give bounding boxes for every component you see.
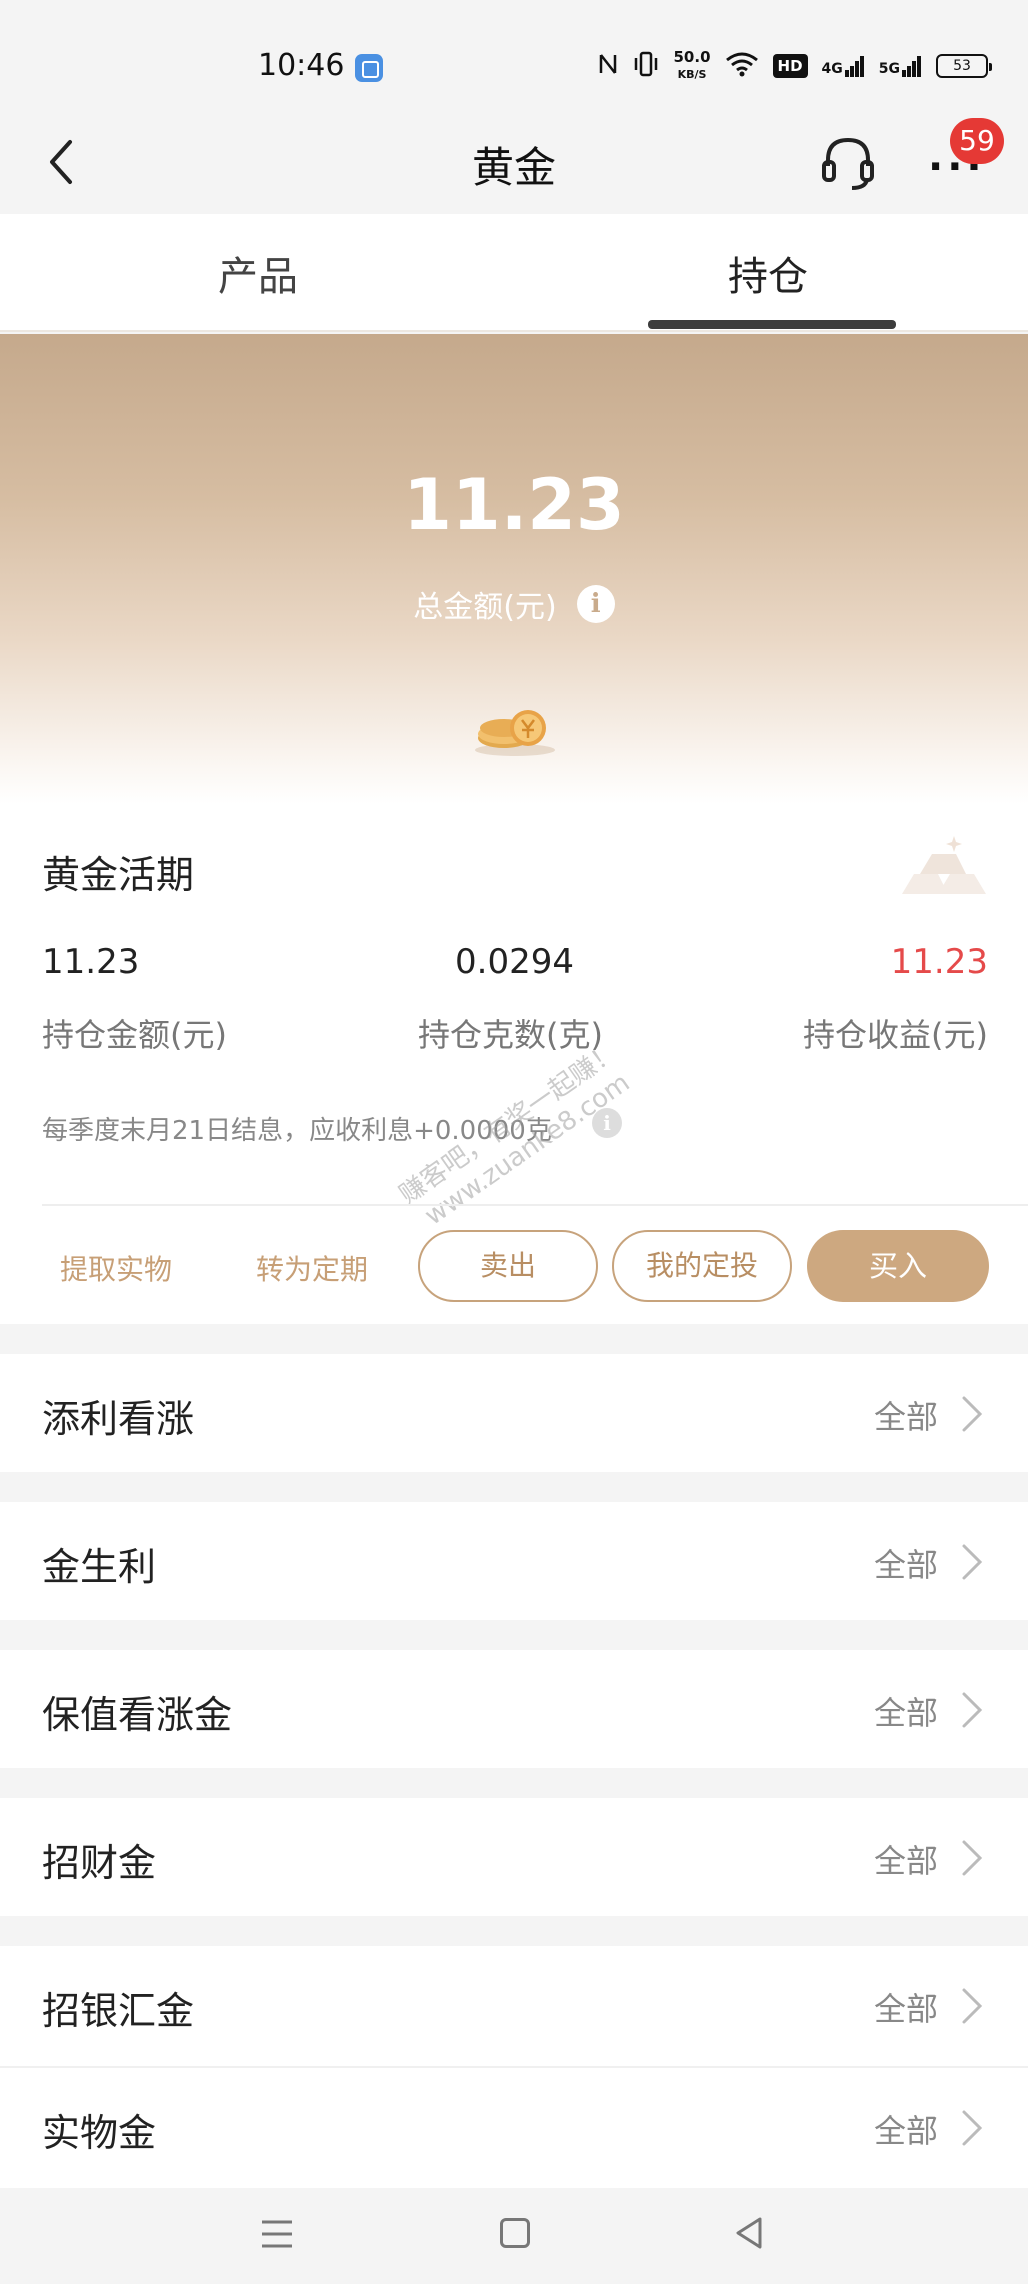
app-notification-icon — [355, 54, 383, 82]
chevron-right-icon — [962, 1396, 983, 1432]
vibrate-icon — [632, 51, 660, 82]
gold-bars-icon — [902, 836, 986, 894]
customer-service-button[interactable] — [820, 132, 876, 192]
speed-value: 50.0 — [673, 48, 711, 66]
action-buttons: 提取实物 转为定期 卖出 我的定投 买入 — [0, 1230, 1028, 1304]
product-row-shiwu[interactable]: 实物金 全部 — [0, 2066, 1028, 2188]
product-name: 添利看涨 — [42, 1397, 195, 1441]
holding-profit-value: 11.23 — [890, 942, 988, 982]
chevron-right-icon — [962, 1692, 983, 1728]
holding-amount-label: 持仓金额(元) — [42, 1016, 227, 1054]
wifi-icon — [725, 51, 759, 82]
tab-holding[interactable]: 持仓 — [728, 244, 808, 302]
product-row-zhaocai[interactable]: 招财金 全部 — [0, 1798, 1028, 1916]
info-icon[interactable]: i — [576, 585, 615, 623]
product-row-jinshengli[interactable]: 金生利 全部 — [0, 1502, 1028, 1620]
tab-bar: 产品 持仓 — [0, 214, 1028, 332]
total-label-row: 总金额(元) i — [0, 582, 1028, 626]
menu-icon[interactable] — [260, 2218, 294, 2250]
holding-grams-value: 0.0294 — [455, 942, 574, 982]
home-icon[interactable] — [500, 2218, 530, 2248]
net-label-5g: 5G — [878, 61, 900, 77]
product-row-zhaoyin[interactable]: 招银汇金 全部 — [0, 1946, 1028, 2066]
holding-card-title: 黄金活期 — [42, 853, 195, 897]
convert-fixed-button[interactable]: 转为定期 — [256, 1248, 368, 1288]
holding-amount-value: 11.23 — [42, 942, 140, 982]
total-summary-banner: 11.23 总金额(元) i — [0, 334, 1028, 804]
status-time: 10:46 — [258, 48, 345, 83]
gold-coins-icon — [475, 710, 555, 756]
view-all-link[interactable]: 全部 — [874, 1540, 938, 1586]
chevron-right-icon — [962, 2110, 983, 2146]
buy-button[interactable]: 买入 — [807, 1230, 989, 1302]
view-all-link[interactable]: 全部 — [874, 1984, 938, 2030]
total-amount: 11.23 — [403, 464, 625, 546]
view-all-link[interactable]: 全部 — [874, 1688, 938, 1734]
view-all-link[interactable]: 全部 — [874, 1836, 938, 1882]
top-nav-bar: 黄金 ··· — [0, 110, 1028, 214]
divider — [42, 1204, 1028, 1206]
net-label-4g: 4G — [821, 61, 843, 77]
chevron-right-icon — [962, 1544, 983, 1580]
signal-5g: 5G — [879, 55, 922, 77]
status-bar: 10:46 50.0 KB/S HD 4G 5G 53 — [0, 0, 1028, 128]
view-all-link[interactable]: 全部 — [874, 2106, 938, 2152]
product-row-baozhi[interactable]: 保值看涨金 全部 — [0, 1650, 1028, 1768]
product-name: 招银汇金 — [42, 1989, 195, 2033]
product-name: 实物金 — [42, 2111, 157, 2155]
holding-card: 黄金活期 11.23 0.0294 11.23 持仓金额(元) 持仓克数(克) … — [0, 804, 1028, 1324]
withdraw-physical-button[interactable]: 提取实物 — [60, 1248, 172, 1288]
view-all-link[interactable]: 全部 — [874, 1392, 938, 1438]
headset-icon — [822, 137, 874, 190]
holding-grams-label: 持仓克数(克) — [418, 1016, 603, 1054]
battery-icon: 53 — [936, 54, 992, 78]
hd-icon: HD — [772, 54, 808, 78]
chevron-right-icon — [962, 1988, 983, 2024]
sell-button[interactable]: 卖出 — [418, 1230, 598, 1302]
nfc-icon — [598, 51, 618, 82]
system-nav-bar — [0, 2188, 1028, 2284]
notification-badge: 59 — [950, 118, 1004, 164]
holding-profit-label: 持仓收益(元) — [803, 1016, 988, 1054]
speed-unit: KB/S — [677, 68, 707, 81]
product-name: 招财金 — [42, 1841, 157, 1885]
total-label: 总金额(元) — [413, 590, 557, 625]
product-name: 保值看涨金 — [42, 1693, 233, 1737]
chevron-right-icon — [962, 1840, 983, 1876]
product-name: 金生利 — [42, 1545, 157, 1589]
status-icons: 50.0 KB/S HD 4G 5G 53 — [598, 48, 992, 84]
back-triangle-icon[interactable] — [734, 2216, 764, 2250]
signal-4g: 4G — [822, 55, 865, 77]
my-plan-button[interactable]: 我的定投 — [612, 1230, 792, 1302]
tab-product[interactable]: 产品 — [218, 244, 298, 302]
network-speed: 50.0 KB/S — [674, 49, 711, 83]
product-row-tianli[interactable]: 添利看涨 全部 — [0, 1354, 1028, 1472]
active-tab-indicator — [648, 320, 896, 329]
